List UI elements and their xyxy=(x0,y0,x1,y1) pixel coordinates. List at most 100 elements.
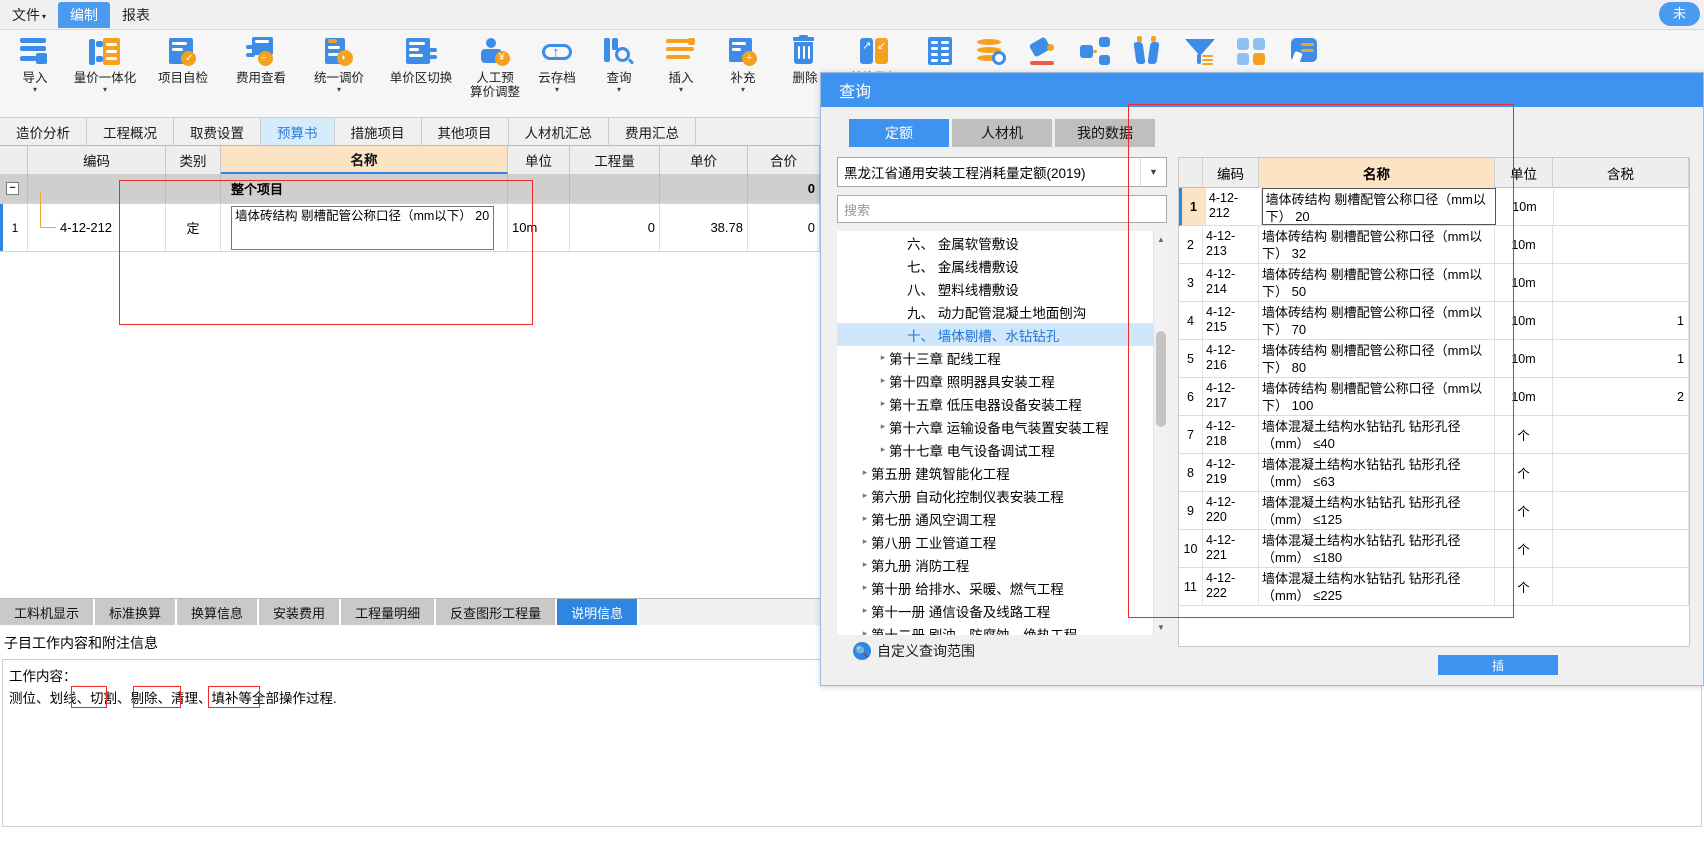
tree-node[interactable]: ▸ 第十七章 电气设备调试工程 xyxy=(837,438,1167,461)
results-header-code[interactable]: 编码 xyxy=(1203,158,1259,188)
chevron-right-icon[interactable]: ▸ xyxy=(877,421,889,432)
tab-reverse-graphic-quantity[interactable]: 反查图形工程量 xyxy=(436,599,558,625)
result-cell-tax[interactable] xyxy=(1553,226,1689,263)
result-cell-code[interactable]: 4-12-216 xyxy=(1203,340,1259,377)
status-badge[interactable]: 未 xyxy=(1658,2,1700,26)
grid-header-quantity[interactable]: 工程量 xyxy=(570,146,660,174)
result-cell-name[interactable]: 墙体砖结构 剔槽配管公称口径（mm以下） 32 xyxy=(1259,226,1495,263)
grid-cell-category[interactable]: 定 xyxy=(166,204,221,251)
tab-cost-analysis[interactable]: 造价分析 xyxy=(0,118,87,145)
result-cell-name[interactable]: 墙体砖结构 剔槽配管公称口径（mm以下） 100 xyxy=(1259,378,1495,415)
result-cell-code[interactable]: 4-12-221 xyxy=(1203,530,1259,567)
table-row[interactable]: 10 4-12-221 墙体混凝土结构水钻钻孔 钻形孔径（mm） ≤180 个 xyxy=(1179,530,1689,568)
ribbon-import-button[interactable]: 导入 ▾ xyxy=(4,30,66,114)
chevron-down-icon[interactable]: ▼ xyxy=(1140,158,1166,186)
result-cell-tax[interactable]: 1 xyxy=(1553,302,1689,339)
result-cell-unit[interactable]: 10m xyxy=(1495,378,1553,415)
tab-standard-conversion[interactable]: 标准换算 xyxy=(95,599,178,625)
result-cell-code[interactable]: 4-12-217 xyxy=(1203,378,1259,415)
ribbon-insert-button[interactable]: 插入 ▾ xyxy=(650,30,712,114)
tree-node[interactable]: ▸ 第十二册 刷油、防腐蚀、绝热工程 xyxy=(837,622,1167,636)
scroll-thumb[interactable] xyxy=(1156,331,1166,427)
tree-node[interactable]: 八、 塑料线槽敷设 xyxy=(837,277,1167,300)
tree-node[interactable]: ▸ 第十一册 通信设备及线路工程 xyxy=(837,599,1167,622)
result-cell-tax[interactable] xyxy=(1553,530,1689,567)
result-cell-name[interactable]: 墙体混凝土结构水钻钻孔 钻形孔径（mm） ≤180 xyxy=(1259,530,1495,567)
result-cell-tax[interactable]: 2 xyxy=(1553,378,1689,415)
dialog-tab-resources[interactable]: 人材机 xyxy=(952,119,1052,147)
tree-node[interactable]: 六、 金属软管敷设 xyxy=(837,231,1167,254)
results-header-name[interactable]: 名称 xyxy=(1259,158,1495,188)
chevron-right-icon[interactable]: ▸ xyxy=(859,628,871,635)
tab-quantity-detail[interactable]: 工程量明细 xyxy=(341,599,437,625)
ribbon-cloudarchive-button[interactable]: ↑ 云存档 ▾ xyxy=(526,30,588,114)
ribbon-unifiedprice-button[interactable]: ◑ 统一调价 ▾ xyxy=(300,30,378,114)
tab-materials-display[interactable]: 工料机显示 xyxy=(0,599,96,625)
ribbon-supplement-button[interactable]: + 补充 ▾ xyxy=(712,30,774,114)
table-row[interactable]: 7 4-12-218 墙体混凝土结构水钻钻孔 钻形孔径（mm） ≤40 个 xyxy=(1179,416,1689,454)
tab-project-overview[interactable]: 工程概况 xyxy=(87,118,174,145)
dialog-tab-quota[interactable]: 定额 xyxy=(849,119,949,147)
scroll-up-icon[interactable]: ▲ xyxy=(1156,233,1166,245)
custom-query-range-button[interactable]: 🔍 自定义查询范围 xyxy=(853,641,975,661)
result-cell-code[interactable]: 4-12-220 xyxy=(1203,492,1259,529)
tree-node[interactable]: ▸ 第五册 建筑智能化工程 xyxy=(837,461,1167,484)
table-row[interactable]: − 整个项目 0 xyxy=(0,174,820,204)
result-cell-code[interactable]: 4-12-222 xyxy=(1203,568,1259,605)
table-row[interactable]: 2 4-12-213 墙体砖结构 剔槽配管公称口径（mm以下） 32 10m xyxy=(1179,226,1689,264)
chevron-down-icon[interactable]: ▾ xyxy=(103,86,107,94)
search-input[interactable]: 搜索 xyxy=(837,195,1167,223)
chevron-right-icon[interactable]: ▸ xyxy=(859,582,871,593)
chevron-right-icon[interactable]: ▸ xyxy=(859,513,871,524)
tree-node[interactable]: ▸ 第七册 通风空调工程 xyxy=(837,507,1167,530)
grid-cell-unitprice[interactable]: 38.78 xyxy=(660,204,748,251)
result-cell-unit[interactable]: 10m xyxy=(1495,264,1553,301)
grid-cell-unit[interactable]: 10m xyxy=(508,204,570,251)
chevron-down-icon[interactable]: ▾ xyxy=(679,86,683,94)
grid-cell-unit[interactable] xyxy=(508,174,570,203)
menu-item-file[interactable]: 文件 ▾ xyxy=(0,2,58,28)
ribbon-query-button[interactable]: 查询 ▾ xyxy=(588,30,650,114)
grid-cell-quantity[interactable]: 0 xyxy=(570,204,660,251)
results-header-tax[interactable]: 含税 xyxy=(1553,158,1689,188)
menu-item-compile[interactable]: 编制 xyxy=(58,1,111,28)
tree-node[interactable]: ▸ 第十三章 配线工程 xyxy=(837,346,1167,369)
name-editor-input[interactable]: 墙体砖结构 剔槽配管公称口径（mm以下） 20 xyxy=(231,205,494,250)
result-cell-tax[interactable]: 1 xyxy=(1553,340,1689,377)
tab-installation-fee[interactable]: 安装费用 xyxy=(259,599,342,625)
chevron-right-icon[interactable]: ▸ xyxy=(877,352,889,363)
tab-budget-book[interactable]: 预算书 xyxy=(261,118,335,145)
tab-fee-settings[interactable]: 取费设置 xyxy=(174,118,261,145)
result-cell-code[interactable]: 4-12-213 xyxy=(1203,226,1259,263)
tree-node[interactable]: ▸ 第八册 工业管道工程 xyxy=(837,530,1167,553)
chevron-down-icon[interactable]: ▾ xyxy=(617,86,621,94)
result-cell-unit[interactable]: 10m xyxy=(1495,340,1553,377)
chevron-down-icon[interactable]: ▾ xyxy=(337,86,341,94)
tree-node[interactable]: ▸ 第六册 自动化控制仪表安装工程 xyxy=(837,484,1167,507)
result-cell-unit[interactable]: 个 xyxy=(1495,492,1553,529)
tab-description-info[interactable]: 说明信息 xyxy=(557,599,640,625)
collapse-toggle[interactable]: − xyxy=(6,182,19,195)
tree-node[interactable]: 九、 动力配管混凝土地面刨沟 xyxy=(837,300,1167,323)
chevron-down-icon[interactable]: ▾ xyxy=(33,86,37,94)
tab-resources-summary[interactable]: 人材机汇总 xyxy=(508,118,609,145)
result-cell-tax[interactable] xyxy=(1554,188,1689,225)
grid-header-name[interactable]: 名称 xyxy=(221,146,508,174)
result-cell-name[interactable]: 墙体混凝土结构水钻钻孔 钻形孔径（mm） ≤225 xyxy=(1259,568,1495,605)
chevron-down-icon[interactable]: ▾ xyxy=(741,86,745,94)
results-header-unit[interactable]: 单位 xyxy=(1495,158,1553,188)
scroll-down-icon[interactable]: ▼ xyxy=(1156,621,1166,633)
result-cell-tax[interactable] xyxy=(1553,454,1689,491)
chevron-right-icon[interactable]: ▸ xyxy=(859,490,871,501)
chevron-right-icon[interactable]: ▸ xyxy=(877,398,889,409)
result-cell-name[interactable]: 墙体混凝土结构水钻钻孔 钻形孔径（mm） ≤40 xyxy=(1259,416,1495,453)
chevron-right-icon[interactable]: ▸ xyxy=(877,375,889,386)
grid-header-category[interactable]: 类别 xyxy=(166,146,221,174)
result-cell-unit[interactable]: 个 xyxy=(1495,416,1553,453)
table-row[interactable]: 6 4-12-217 墙体砖结构 剔槽配管公称口径（mm以下） 100 10m 2 xyxy=(1179,378,1689,416)
result-cell-tax[interactable] xyxy=(1553,492,1689,529)
grid-cell-unitprice[interactable] xyxy=(660,174,748,203)
result-cell-unit[interactable]: 个 xyxy=(1495,530,1553,567)
result-cell-unit[interactable]: 个 xyxy=(1495,454,1553,491)
table-row[interactable]: 1 4-12-212 定 墙体砖结构 剔槽配管公称口径（mm以下） 20 10m… xyxy=(0,192,820,252)
